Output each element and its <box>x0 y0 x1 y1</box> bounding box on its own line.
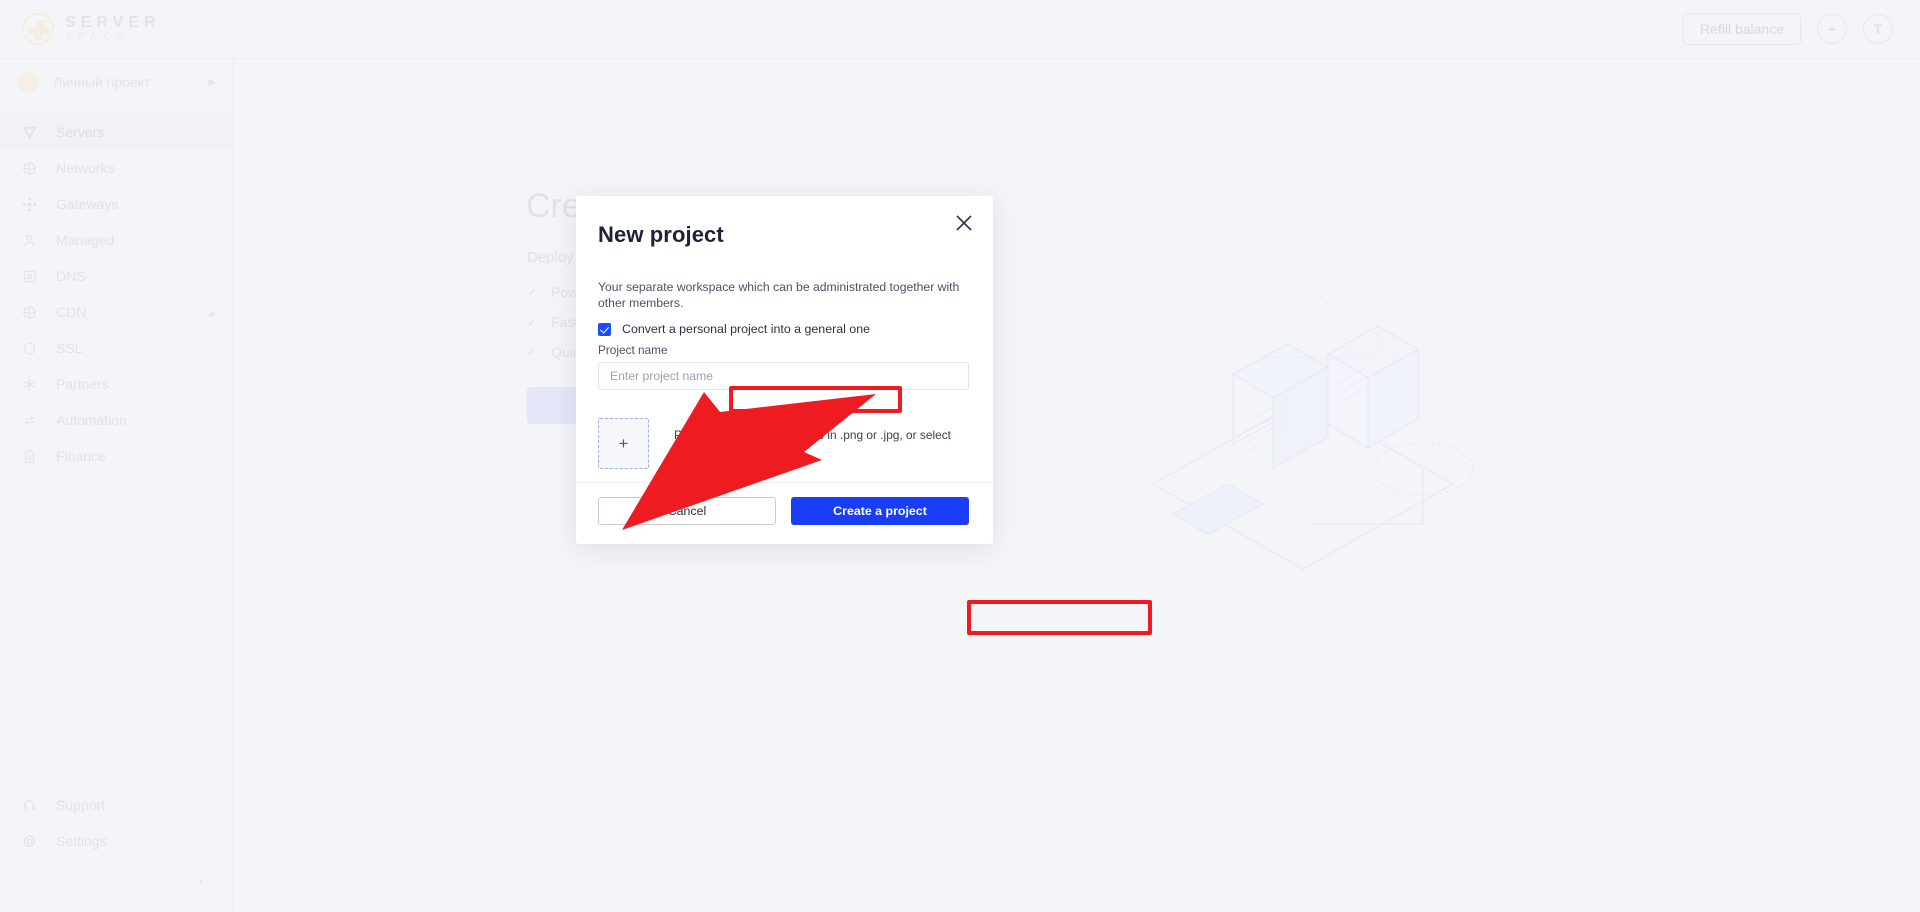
sidebar-label-ssl: SSL <box>56 340 83 356</box>
network-icon <box>21 160 38 177</box>
new-project-dialog: New project Your separate workspace whic… <box>576 196 993 544</box>
finance-icon <box>21 448 38 465</box>
top-bar: SERVER SPACE Refill balance + T <box>0 0 1920 59</box>
sidebar-item-partners[interactable]: Partners <box>0 366 232 402</box>
logo-upload-dropzone[interactable]: + <box>598 418 649 469</box>
sidebar-label-gateways: Gateways <box>56 196 119 212</box>
top-bar-actions: Refill balance + T <box>1682 13 1893 45</box>
checkbox-convert-personal-project[interactable]: Convert a personal project into a genera… <box>598 320 870 338</box>
sidebar-label-support: Support <box>56 797 106 813</box>
logo-list-link[interactable]: the list <box>724 444 758 458</box>
sidebar-item-finance[interactable]: Finance <box>0 438 232 474</box>
refill-balance-button[interactable]: Refill balance <box>1682 13 1801 45</box>
app-root: SERVER SPACE Refill balance + T Личный п… <box>0 0 1920 912</box>
sidebar-label-dns: DNS <box>56 268 86 284</box>
sidebar-item-settings[interactable]: Settings <box>0 823 232 859</box>
project-switcher[interactable]: Личный проект ▶ <box>0 59 232 105</box>
page-subtitle: Deploy i <box>527 249 582 266</box>
brand-logo[interactable]: SERVER SPACE <box>22 13 161 45</box>
sidebar-label-automation: Automation <box>56 412 127 428</box>
page-content: Crea Deploy i ✓ Powe ✓ Fast- ✓ Quick Cre… <box>233 59 1920 912</box>
sidebar-label-finance: Finance <box>56 448 106 464</box>
brand-line-server: SERVER <box>65 13 161 31</box>
headset-icon <box>21 797 38 814</box>
sidebar-label-managed: Managed <box>56 232 115 248</box>
dialog-title: New project <box>598 222 724 247</box>
sidebar-bottom: Support Settings ‹ <box>0 787 232 912</box>
plus-icon: + <box>618 433 629 453</box>
sidebar-item-gateways[interactable]: Gateways <box>0 186 232 222</box>
sidebar-item-servers[interactable]: Servers <box>0 114 232 150</box>
sidebar-item-support[interactable]: Support <box>0 787 232 823</box>
partners-icon <box>21 376 38 393</box>
dialog-footer: Cancel Create a project <box>576 482 993 544</box>
check-icon: ✓ <box>527 284 538 299</box>
gateway-icon <box>21 196 38 213</box>
check-icon: ✓ <box>527 344 538 359</box>
close-icon[interactable] <box>952 211 976 235</box>
sidebar-item-cdn[interactable]: CDN ◢ <box>0 294 232 330</box>
sidebar-item-automation[interactable]: Automation <box>0 402 232 438</box>
serverspace-logo-icon <box>22 13 54 45</box>
sidebar-item-networks[interactable]: Networks <box>0 150 232 186</box>
logo-upload-hint: Please upload a project logo in .png or … <box>674 428 964 459</box>
chevron-right-icon: ▶ <box>208 76 216 88</box>
checkbox-checked-icon[interactable] <box>598 322 611 336</box>
managed-icon <box>21 232 38 249</box>
create-project-button[interactable]: Create a project <box>791 497 969 525</box>
sidebar-label-servers: Servers <box>56 124 105 140</box>
sidebar: Личный проект ▶ Servers Networks Gateway… <box>0 59 233 912</box>
sidebar-item-dns[interactable]: DNS <box>0 258 232 294</box>
cdn-icon <box>21 304 38 321</box>
checkbox-label: Convert a personal project into a genera… <box>622 322 870 336</box>
cancel-button[interactable]: Cancel <box>598 497 776 525</box>
isometric-server-illustration <box>1151 291 1474 570</box>
dialog-description: Your separate workspace which can be adm… <box>598 280 960 310</box>
servers-icon <box>21 124 38 141</box>
sidebar-collapse-button[interactable]: ‹ <box>0 859 232 912</box>
check-icon: ✓ <box>527 314 538 329</box>
add-icon-button[interactable]: + <box>1817 14 1847 44</box>
chevron-down-icon: ◢ <box>207 307 214 317</box>
sidebar-item-ssl[interactable]: SSL <box>0 330 232 366</box>
automation-icon <box>21 412 38 429</box>
user-avatar[interactable]: T <box>1863 14 1893 44</box>
sidebar-label-networks: Networks <box>56 160 115 176</box>
brand-text: SERVER SPACE <box>65 13 161 43</box>
sidebar-label-settings: Settings <box>56 833 107 849</box>
sidebar-label-cdn: CDN <box>56 304 87 320</box>
gear-icon <box>21 833 38 850</box>
dns-icon <box>21 268 38 285</box>
project-name-label: Личный проект <box>53 74 151 90</box>
brand-line-space: SPACE <box>65 30 129 43</box>
logo-hint-text: Please upload a project logo in .png or … <box>674 427 951 458</box>
project-name-input[interactable] <box>598 362 969 390</box>
project-logo-row: + Please upload a project logo in .png o… <box>598 418 964 469</box>
sidebar-item-managed[interactable]: Managed <box>0 222 232 258</box>
sidebar-label-partners: Partners <box>56 376 109 392</box>
project-avatar <box>18 71 39 93</box>
project-name-label: Project name <box>598 343 668 357</box>
shield-icon <box>21 340 38 357</box>
